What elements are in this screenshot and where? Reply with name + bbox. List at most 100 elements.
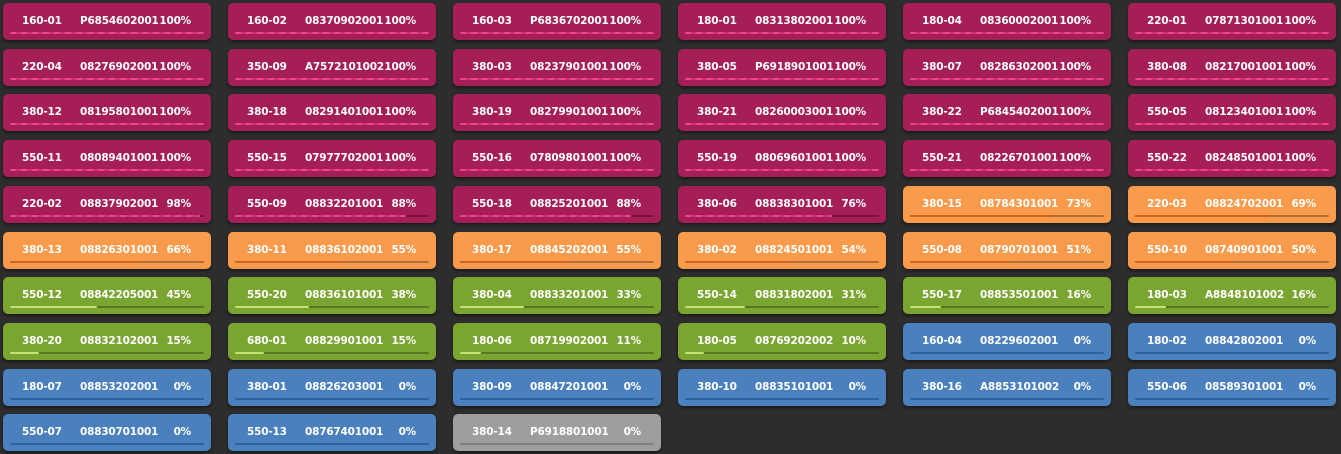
station-code: 380-14 <box>472 426 512 438</box>
station-card[interactable]: 380-03 08237901001 100% <box>453 49 661 86</box>
progress-bar-fill <box>1135 261 1232 263</box>
station-card[interactable]: 680-01 08829901001 15% <box>228 323 436 360</box>
station-card[interactable]: 550-06 08589301001 0% <box>1128 369 1336 406</box>
progress-percent: 33% <box>616 289 641 301</box>
progress-percent: 100% <box>159 15 191 27</box>
station-card[interactable]: 550-07 08830701001 0% <box>3 414 211 451</box>
station-card[interactable]: 380-15 08784301001 73% <box>903 186 1111 223</box>
station-card[interactable]: 380-08 08217001001 100% <box>1128 49 1336 86</box>
station-card[interactable]: 550-12 08842205001 45% <box>3 277 211 314</box>
station-code: 220-02 <box>22 198 62 210</box>
progress-bar-fill <box>460 215 631 217</box>
station-card[interactable]: 180-03 A8848101002 16% <box>1128 277 1336 314</box>
progress-bar-fill <box>685 32 879 34</box>
station-card[interactable]: 550-20 08836101001 38% <box>228 277 436 314</box>
station-card[interactable]: 380-05 P6918901001 100% <box>678 49 886 86</box>
progress-bar <box>10 78 204 80</box>
station-card[interactable]: 550-13 08767401001 0% <box>228 414 436 451</box>
station-code: 180-07 <box>22 381 62 393</box>
station-card[interactable]: 380-01 08826203001 0% <box>228 369 436 406</box>
progress-bar-fill <box>460 261 567 263</box>
part-number: 08853501001 <box>980 289 1059 301</box>
progress-bar <box>910 78 1104 80</box>
station-card[interactable]: 550-16 07809801001 100% <box>453 140 661 177</box>
station-card[interactable]: 550-08 08790701001 51% <box>903 232 1111 269</box>
progress-bar <box>460 443 654 445</box>
station-code: 160-02 <box>247 15 287 27</box>
station-card[interactable]: 180-02 08842802001 0% <box>1128 323 1336 360</box>
station-card[interactable]: 550-15 07977702001 100% <box>228 140 436 177</box>
station-card[interactable]: 380-11 08836102001 55% <box>228 232 436 269</box>
station-card[interactable]: 220-03 08824702001 69% <box>1128 186 1336 223</box>
part-number: 08276902001 <box>80 61 159 73</box>
station-card[interactable]: 180-07 08853202001 0% <box>3 369 211 406</box>
station-card[interactable]: 380-17 08845202001 55% <box>453 232 661 269</box>
progress-percent: 69% <box>1291 198 1316 210</box>
progress-percent: 100% <box>159 152 191 164</box>
progress-bar <box>685 352 879 354</box>
station-card[interactable]: 550-11 08089401001 100% <box>3 140 211 177</box>
station-card[interactable]: 550-05 08123401001 100% <box>1128 94 1336 131</box>
station-code: 550-22 <box>1147 152 1187 164</box>
progress-bar-fill <box>10 32 204 34</box>
station-card[interactable]: 550-09 08832201001 88% <box>228 186 436 223</box>
station-code: 380-17 <box>472 244 512 256</box>
progress-percent: 100% <box>834 106 866 118</box>
station-card[interactable]: 380-07 08286302001 100% <box>903 49 1111 86</box>
progress-percent: 100% <box>1059 61 1091 73</box>
station-card[interactable]: 220-01 07871301001 100% <box>1128 3 1336 40</box>
station-card[interactable]: 380-19 08279901001 100% <box>453 94 661 131</box>
progress-bar <box>235 32 429 34</box>
station-card[interactable]: 550-18 08825201001 88% <box>453 186 661 223</box>
progress-percent: 0% <box>173 381 192 393</box>
station-card[interactable]: 160-04 08229602001 0% <box>903 323 1111 360</box>
part-number: 08829901001 <box>305 335 384 347</box>
station-card[interactable]: 550-21 08226701001 100% <box>903 140 1111 177</box>
station-code: 180-02 <box>1147 335 1187 347</box>
station-card[interactable]: 220-02 08837902001 98% <box>3 186 211 223</box>
progress-bar-fill <box>10 352 40 354</box>
station-card[interactable]: 160-01 P6854602001 100% <box>3 3 211 40</box>
station-code: 380-15 <box>922 198 962 210</box>
station-card[interactable]: 380-06 08838301001 76% <box>678 186 886 223</box>
station-card[interactable]: 550-22 08248501001 100% <box>1128 140 1336 177</box>
station-card[interactable]: 550-14 08831802001 31% <box>678 277 886 314</box>
part-number: 08248501001 <box>1205 152 1284 164</box>
station-card[interactable]: 380-22 P6845402001 100% <box>903 94 1111 131</box>
progress-percent: 100% <box>609 106 641 118</box>
station-card[interactable]: 220-04 08276902001 100% <box>3 49 211 86</box>
part-number: 08826203001 <box>305 381 384 393</box>
station-card[interactable]: 380-02 08824501001 54% <box>678 232 886 269</box>
progress-bar <box>910 32 1104 34</box>
station-card[interactable]: 180-06 08719902001 11% <box>453 323 661 360</box>
station-card[interactable]: 550-19 08069601001 100% <box>678 140 886 177</box>
station-card[interactable]: 380-20 08832102001 15% <box>3 323 211 360</box>
station-card[interactable]: 180-01 08313802001 100% <box>678 3 886 40</box>
station-card[interactable]: 180-04 08360002001 100% <box>903 3 1111 40</box>
progress-bar <box>235 398 429 400</box>
part-number: 08226701001 <box>980 152 1059 164</box>
station-card[interactable]: 160-02 08370902001 100% <box>228 3 436 40</box>
station-card[interactable]: 380-16 A8853101002 0% <box>903 369 1111 406</box>
station-card[interactable]: 380-09 08847201001 0% <box>453 369 661 406</box>
station-card[interactable]: 550-17 08853501001 16% <box>903 277 1111 314</box>
station-card[interactable]: 380-04 08833201001 33% <box>453 277 661 314</box>
station-card[interactable]: 160-03 P6836702001 100% <box>453 3 661 40</box>
station-card[interactable]: 550-10 08740901001 50% <box>1128 232 1336 269</box>
station-code: 380-13 <box>22 244 62 256</box>
progress-bar-fill <box>235 123 429 125</box>
station-card[interactable]: 350-09 A7572101002 100% <box>228 49 436 86</box>
progress-bar-fill <box>685 78 879 80</box>
station-card[interactable]: 380-14 P6918801001 0% <box>453 414 661 451</box>
progress-bar-fill <box>910 78 1104 80</box>
progress-percent: 0% <box>398 426 417 438</box>
station-card[interactable]: 380-12 08195801001 100% <box>3 94 211 131</box>
progress-bar-fill <box>460 123 654 125</box>
station-card[interactable]: 380-21 08260003001 100% <box>678 94 886 131</box>
progress-bar-fill <box>235 78 429 80</box>
part-number: 08826301001 <box>80 244 159 256</box>
station-card[interactable]: 380-18 08291401001 100% <box>228 94 436 131</box>
station-card[interactable]: 380-10 08835101001 0% <box>678 369 886 406</box>
station-card[interactable]: 380-13 08826301001 66% <box>3 232 211 269</box>
station-card[interactable]: 180-05 08769202002 10% <box>678 323 886 360</box>
